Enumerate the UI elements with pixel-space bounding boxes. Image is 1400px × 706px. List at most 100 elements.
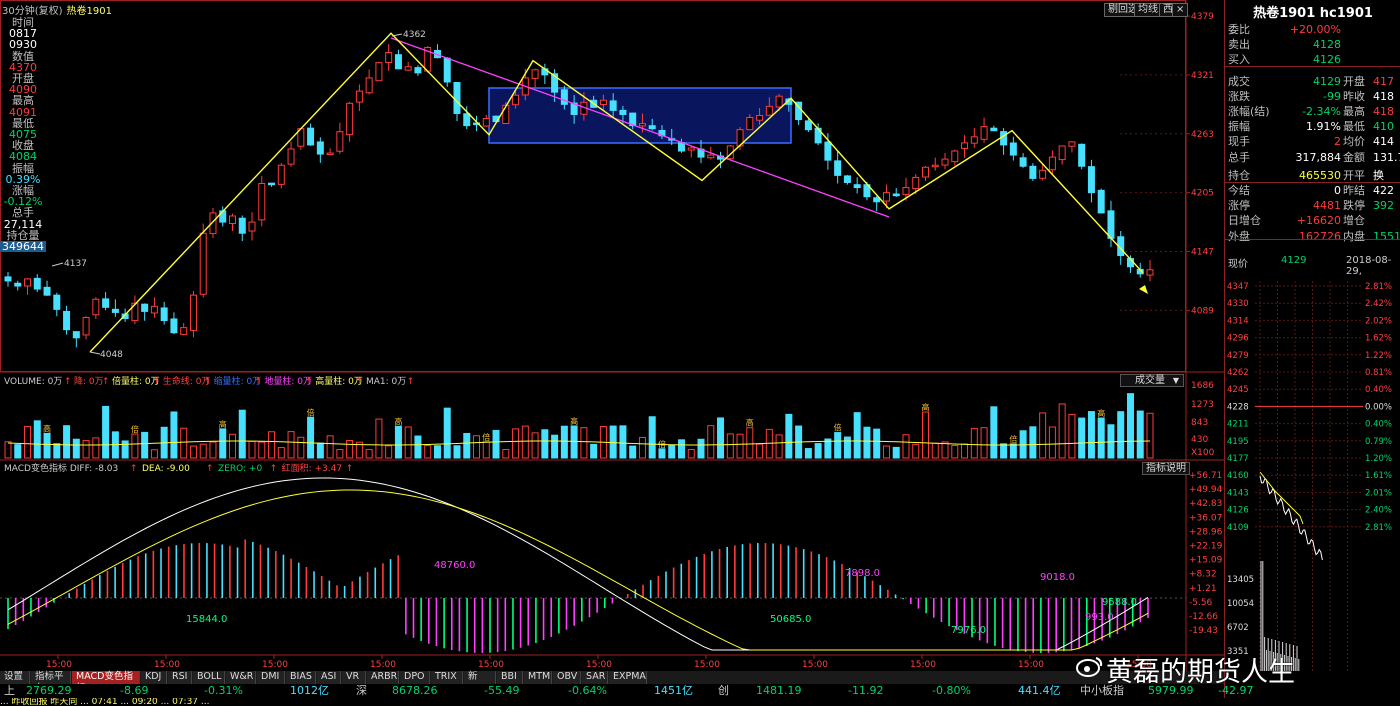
time-axis-label: 15:00 bbox=[802, 660, 828, 670]
candle-down bbox=[14, 282, 22, 287]
news-ticker[interactable]: ... 昨收回报 昨天同 ... 07:41 ... 09:20 ... 07:… bbox=[0, 698, 1400, 706]
tab-dmi[interactable]: DMI bbox=[257, 671, 285, 684]
volume-bar bbox=[199, 443, 207, 459]
tab-新dma[interactable]: 新DMA bbox=[464, 671, 496, 694]
tab-boll[interactable]: BOLL bbox=[193, 671, 225, 684]
arrow-up-icon: ↑ bbox=[305, 377, 313, 387]
volume-bar bbox=[1087, 411, 1095, 459]
candle-up bbox=[638, 123, 646, 127]
volume-bar bbox=[941, 441, 949, 459]
candle-up bbox=[599, 99, 607, 105]
quote-title: 热卷1901 hc1901 bbox=[1253, 6, 1373, 21]
candle-down bbox=[414, 67, 422, 74]
macd-legend-item: MACD变色指标 DIFF: -8.03 bbox=[4, 462, 118, 474]
volume-bar bbox=[677, 439, 685, 459]
volume-mark: 倍 bbox=[307, 407, 315, 417]
candle-up bbox=[980, 126, 988, 140]
tab-kdj[interactable]: KDJ bbox=[141, 671, 167, 684]
tab-obv[interactable]: OBV bbox=[553, 671, 581, 684]
volume-bar bbox=[824, 438, 832, 459]
tab-arbr[interactable]: ARBR bbox=[367, 671, 399, 684]
volume-mark: 倍 bbox=[1009, 434, 1017, 444]
candle-up bbox=[228, 215, 236, 225]
quote-value: 0 bbox=[1334, 184, 1341, 197]
volume-dropdown[interactable]: 成交量 ▼ bbox=[1120, 374, 1184, 387]
candle-down bbox=[219, 210, 227, 223]
volume-bar bbox=[24, 425, 32, 459]
volume-bar bbox=[1146, 412, 1154, 459]
macd-legend: MACD变色指标 DIFF: -8.03 ↑ DEA: -9.00 ↑ ZERO: +0… bbox=[4, 462, 353, 474]
volume-bar bbox=[102, 405, 110, 459]
tab-rsi[interactable]: RSI bbox=[168, 671, 192, 684]
candle-up bbox=[912, 176, 920, 190]
candle-up bbox=[199, 232, 207, 295]
candle-down bbox=[463, 113, 471, 127]
volume-bar bbox=[687, 449, 695, 459]
intraday-mini-chart[interactable]: 4347 2.81% 4330 2.42% 4314 2.02% 4296 1.62% 4279… bbox=[1225, 276, 1400, 671]
macd-axis-label: +28.96 bbox=[1189, 527, 1223, 537]
high-annotation: 4362 bbox=[403, 30, 426, 40]
tab-bbi[interactable]: BBI bbox=[497, 671, 523, 684]
left-info-panel: 时间 0817 0930 数值 4370 开盘 4090 最高 4091 最低 4075 收盘 4084… bbox=[0, 17, 46, 252]
volume-bar bbox=[668, 444, 676, 459]
candle-down bbox=[990, 127, 998, 132]
tab-指标平台[interactable]: 指标平台 bbox=[31, 671, 71, 694]
candle-down bbox=[63, 310, 71, 331]
volume-bar bbox=[570, 425, 578, 459]
candle-up bbox=[951, 150, 959, 163]
volume-bar bbox=[882, 445, 890, 459]
tab-dpo[interactable]: DPO bbox=[400, 671, 430, 684]
quote-row: 成交 4129 开盘 417 bbox=[1225, 74, 1400, 89]
indicator-help-button[interactable]: 指标说明 bbox=[1142, 462, 1190, 475]
quote-label: 卖出 bbox=[1228, 38, 1250, 52]
quote-value: 317,884 bbox=[1295, 150, 1342, 164]
macd-legend-item: ZERO: +0 bbox=[218, 464, 262, 474]
volume-bar bbox=[4, 441, 12, 459]
quote-label: 最低 bbox=[1343, 120, 1365, 134]
candle-up bbox=[277, 164, 285, 185]
volume-bar bbox=[414, 435, 422, 459]
candle-up bbox=[970, 136, 978, 144]
volume-legend-item: 降: 0万 bbox=[74, 375, 104, 387]
tab-trix[interactable]: TRIX bbox=[431, 671, 463, 684]
ma-button[interactable]: 均线 bbox=[1134, 3, 1162, 17]
quote-row: 总手 317,884金额 131.7 bbox=[1225, 150, 1400, 165]
index-bar-item: -8.69 bbox=[120, 684, 149, 697]
volume-bar bbox=[892, 446, 900, 459]
candle-up bbox=[902, 187, 910, 195]
kline-chart[interactable]: 4362 4048 4137 437943214263420541474089 … bbox=[0, 0, 1224, 706]
macd-area-label: 7898.0 bbox=[845, 568, 880, 579]
candle-up bbox=[707, 154, 715, 159]
quote-label: 持仓 bbox=[1228, 168, 1250, 182]
mini-axis-right: 2.81% bbox=[1365, 523, 1392, 533]
tab-vr[interactable]: VR bbox=[342, 671, 366, 684]
mini-axis-left: 4177 bbox=[1227, 454, 1249, 464]
close-button[interactable]: × bbox=[1172, 3, 1189, 17]
volume-bar bbox=[404, 426, 412, 459]
quote-label: 开平 bbox=[1343, 168, 1365, 182]
quote-label: 委比 bbox=[1228, 23, 1250, 36]
tab-设置[interactable]: 设置 bbox=[0, 671, 30, 684]
candle-up bbox=[385, 52, 393, 63]
candle-down bbox=[1009, 142, 1017, 156]
candle-down bbox=[53, 294, 61, 310]
tab-sar[interactable]: SAR bbox=[582, 671, 608, 684]
quote-label: 内盘 bbox=[1343, 229, 1365, 243]
tab-macd变色指标[interactable]: MACD变色指标 bbox=[72, 671, 140, 694]
candle-up bbox=[180, 327, 188, 335]
volume-bar bbox=[1136, 410, 1144, 459]
index-bar-item: 1451亿 bbox=[654, 684, 693, 697]
tab-w&r[interactable]: W&R bbox=[226, 671, 256, 684]
volume-bar bbox=[551, 434, 559, 459]
mini-axis-right: 1.61% bbox=[1365, 471, 1392, 481]
volume-bar bbox=[912, 443, 920, 459]
tab-expma[interactable]: EXPMA bbox=[609, 671, 647, 684]
trend-line bbox=[390, 37, 890, 218]
tab-mtm[interactable]: MTM bbox=[524, 671, 552, 684]
index-bar-item: -0.31% bbox=[204, 684, 243, 697]
candle-up bbox=[326, 152, 334, 156]
tab-asi[interactable]: ASI bbox=[317, 671, 341, 684]
candle-up bbox=[1058, 145, 1066, 161]
index-bar-item: 1481.19 bbox=[756, 684, 802, 697]
tab-bias[interactable]: BIAS bbox=[286, 671, 316, 684]
